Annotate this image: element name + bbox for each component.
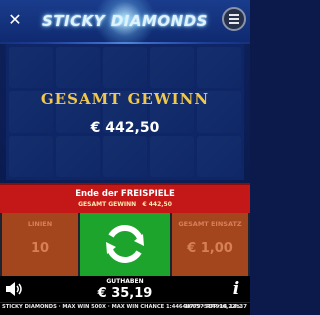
game-header: STICKY DIAMONDS ✕	[0, 0, 250, 44]
spin-button[interactable]	[80, 213, 170, 276]
hamburger-menu-icon[interactable]	[222, 7, 246, 31]
status-bar: STICKY DIAMONDS · MAX WIN 500X · MAX WIN…	[0, 302, 250, 315]
banner-total-win-amount: € 442,50	[142, 201, 172, 208]
total-win-amount: € 442,50	[90, 120, 160, 136]
balance-value: € 35,19	[97, 286, 153, 301]
balance-bar: GUTHABEN € 35,19 i	[0, 276, 250, 302]
refresh-arrows-icon	[106, 224, 144, 264]
win-overlay	[0, 44, 250, 183]
game-logo: STICKY DIAMONDS	[42, 12, 208, 30]
total-bet-box[interactable]: GESAMT EINSATZ € 1,00	[172, 213, 248, 276]
banner-total-win: GESAMT GEWINN € 442,50	[0, 201, 250, 208]
lines-label: LINIEN	[27, 220, 53, 228]
close-icon[interactable]: ✕	[5, 10, 25, 30]
lines-value: 10	[30, 241, 50, 256]
lines-box[interactable]: LINIEN 10	[2, 213, 78, 276]
session-id-time: 16657514914 14:37	[184, 304, 247, 310]
total-bet-value: € 1,00	[187, 241, 233, 256]
total-win-title: GESAMT GEWINN	[40, 90, 210, 108]
control-panel: LINIEN 10 GESAMT EINSATZ € 1,00 GUTHABEN…	[0, 213, 250, 315]
freespins-end-banner: Ende der FREISPIELE GESAMT GEWINN € 442,…	[0, 183, 250, 213]
total-bet-label: GESAMT EINSATZ	[178, 220, 242, 228]
balance-label: GUTHABEN	[106, 278, 144, 285]
banner-title: Ende der FREISPIELE	[75, 189, 175, 199]
info-icon[interactable]: i	[229, 279, 243, 299]
banner-total-win-label: GESAMT GEWINN	[78, 201, 137, 208]
